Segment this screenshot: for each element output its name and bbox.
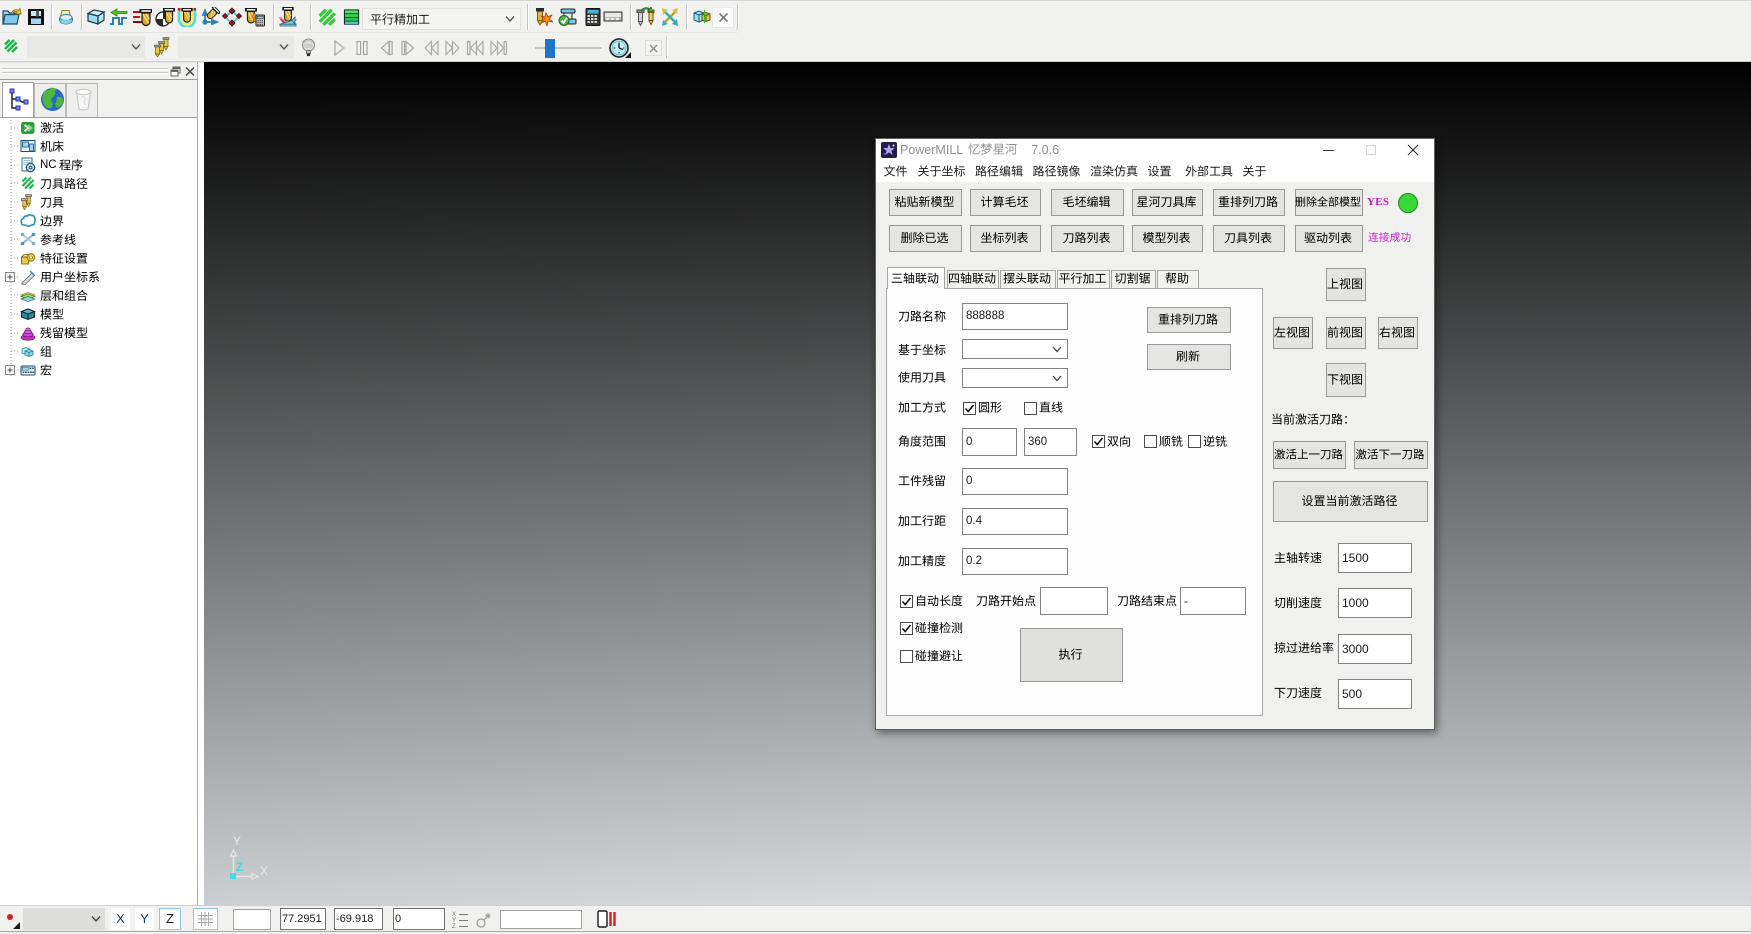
svg-text:Z: Z bbox=[452, 924, 456, 928]
svg-text:X: X bbox=[260, 864, 268, 878]
svg-text:Z: Z bbox=[236, 860, 243, 874]
svg-text:Y: Y bbox=[233, 834, 241, 848]
